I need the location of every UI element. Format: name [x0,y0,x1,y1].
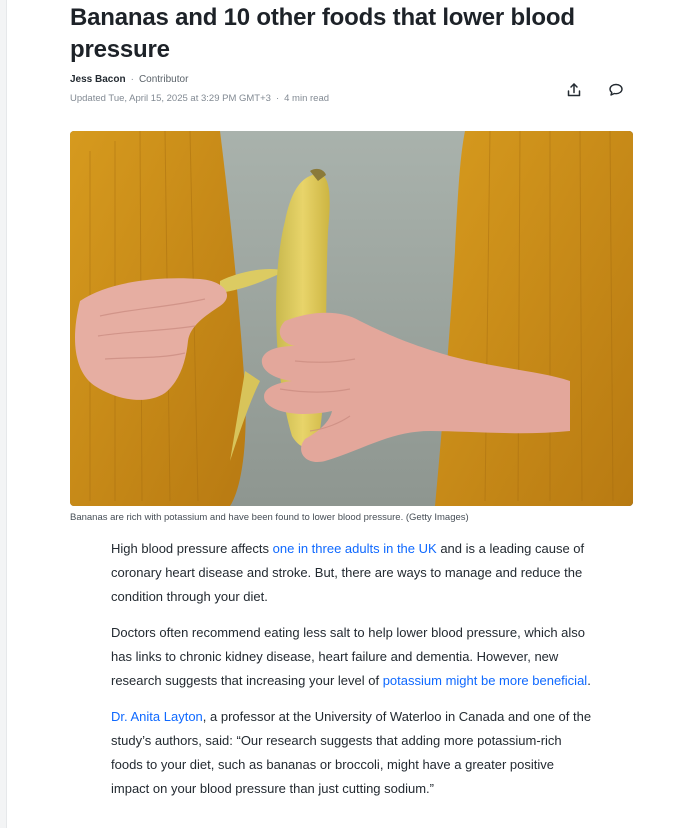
paragraph-text: High blood pressure affects [111,541,273,556]
share-button[interactable] [562,78,586,102]
link-dr-anita-layton[interactable]: Dr. Anita Layton [111,709,203,724]
paragraph-2: Doctors often recommend eating less salt… [111,621,595,693]
article-meta: Updated Tue, April 15, 2025 at 3:29 PM G… [70,92,329,106]
article-body: High blood pressure affects one in three… [111,537,595,813]
author-name[interactable]: Jess Bacon [70,74,126,85]
byline: Jess Bacon · Contributor [70,73,188,87]
hero-image[interactable] [70,131,633,506]
link-potassium-more-beneficial[interactable]: potassium might be more beneficial [383,673,588,688]
banana-photo [70,131,633,506]
image-caption: Bananas are rich with potassium and have… [70,512,469,523]
paragraph-3: Dr. Anita Layton, a professor at the Uni… [111,705,595,801]
comment-button[interactable] [604,78,628,102]
updated-timestamp: Updated Tue, April 15, 2025 at 3:29 PM G… [70,93,271,104]
byline-separator: · [130,74,134,85]
share-icon [567,83,581,97]
meta-separator: · [275,93,280,104]
read-time: 4 min read [284,93,330,104]
author-role: Contributor [138,74,189,85]
link-one-in-three-adults[interactable]: one in three adults in the UK [273,541,437,556]
paragraph-text: . [587,673,591,688]
page-left-border [0,0,7,828]
paragraph-1: High blood pressure affects one in three… [111,537,595,609]
comment-icon [609,83,623,96]
article-headline: Bananas and 10 other foods that lower bl… [70,4,575,63]
